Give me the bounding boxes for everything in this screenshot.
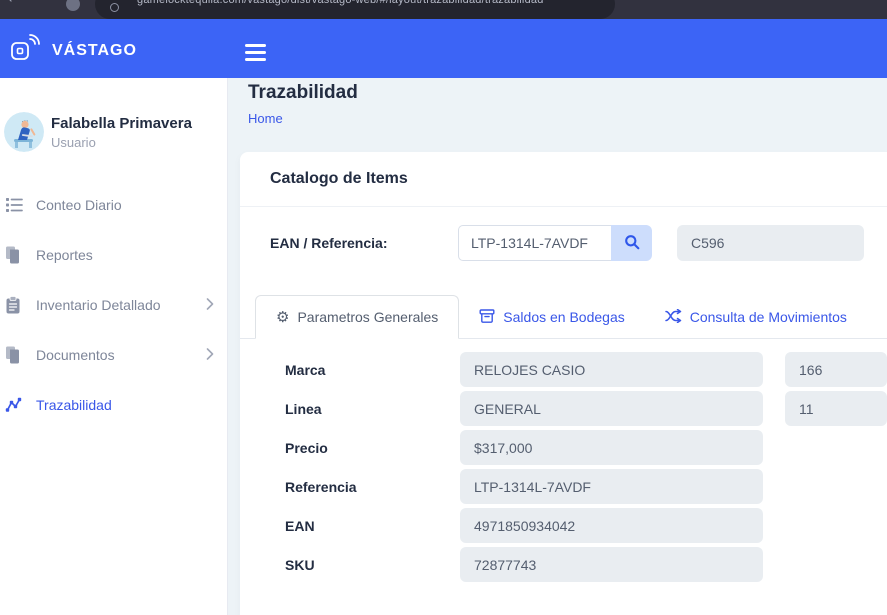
user-role: Usuario (51, 135, 192, 150)
page-title: Trazabilidad (248, 82, 358, 104)
card-header: Catalogo de Items (240, 152, 887, 207)
document-icon (5, 346, 27, 364)
browser-topbar: ← gamelocktequila.com/vastago/dist/vasta… (0, 0, 887, 19)
gear-icon: ⚙ (276, 310, 289, 325)
menu-toggle-button[interactable] (245, 44, 266, 65)
tab-bar: ⚙ Parametros Generales Saldos en Bodegas (240, 295, 887, 339)
sidebar-item-documentos[interactable]: Documentos (0, 330, 228, 380)
field-row-linea: Linea GENERAL 11 (240, 391, 887, 426)
field-value: RELOJES CASIO (460, 352, 763, 387)
item-code-field: C596 (677, 225, 864, 261)
field-value: $317,000 (460, 430, 763, 465)
chevron-right-icon (206, 297, 214, 313)
field-label: Linea (285, 401, 460, 417)
field-value: 4971850934042 (460, 508, 763, 543)
field-code: 11 (785, 391, 887, 426)
chevron-right-icon (206, 347, 214, 363)
sidebar-item-inventario-detallado[interactable]: Inventario Detallado (0, 280, 228, 330)
user-avatar (4, 112, 44, 152)
field-code: 166 (785, 352, 887, 387)
breadcrumb-home-link[interactable]: Home (248, 111, 283, 126)
user-profile[interactable]: Falabella Primavera Usuario (4, 112, 192, 152)
sidebar-nav: Conteo Diario Reportes Inventario Detall… (0, 180, 228, 430)
field-row-precio: Precio $317,000 (240, 430, 887, 465)
field-row-referencia: Referencia LTP-1314L-7AVDF (240, 469, 887, 504)
route-icon (5, 397, 27, 413)
browser-url: gamelocktequila.com/vastago/dist/vastago… (137, 0, 544, 6)
field-label: EAN (285, 518, 460, 534)
parameters-form: Marca RELOJES CASIO 166 Linea GENERAL 11… (240, 352, 887, 586)
tab-label: Saldos en Bodegas (503, 309, 624, 325)
tab-consulta-de-movimientos[interactable]: Consulta de Movimientos (645, 295, 867, 339)
ean-referencia-input[interactable] (458, 225, 611, 261)
field-row-marca: Marca RELOJES CASIO 166 (240, 352, 887, 387)
field-value: LTP-1314L-7AVDF (460, 469, 763, 504)
clipboard-icon (5, 296, 27, 314)
field-label: Marca (285, 362, 460, 378)
sidebar-item-reportes[interactable]: Reportes (0, 230, 228, 280)
field-label: Referencia (285, 479, 460, 495)
sidebar-item-label: Conteo Diario (36, 197, 214, 213)
tab-parametros-generales[interactable]: ⚙ Parametros Generales (255, 295, 459, 339)
document-icon (5, 246, 27, 264)
page-header: Trazabilidad Home (248, 82, 358, 128)
tab-saldos-en-bodegas[interactable]: Saldos en Bodegas (459, 295, 644, 339)
search-icon (624, 234, 640, 253)
tab-label: Parametros Generales (297, 309, 438, 325)
field-value: 72877743 (460, 547, 763, 582)
catalog-card: Catalogo de Items EAN / Referencia: C596… (240, 152, 887, 615)
user-name: Falabella Primavera (51, 115, 192, 133)
site-info-icon[interactable] (110, 3, 119, 12)
browser-extension-icon[interactable] (66, 0, 80, 11)
sidebar-item-label: Trazabilidad (36, 397, 214, 413)
app-header: VÁSTAGO (0, 19, 887, 78)
field-row-ean: EAN 4971850934042 (240, 508, 887, 543)
field-row-sku: SKU 72877743 (240, 547, 887, 582)
shuffle-icon (665, 309, 682, 326)
sidebar-item-label: Documentos (36, 347, 206, 363)
sidebar-item-trazabilidad[interactable]: Trazabilidad (0, 380, 228, 430)
sidebar-item-label: Inventario Detallado (36, 297, 206, 313)
sidebar-item-label: Reportes (36, 247, 214, 263)
ordered-list-icon (5, 197, 27, 213)
search-button[interactable] (611, 225, 652, 261)
browser-back-icon[interactable]: ← (8, 0, 19, 7)
field-value: GENERAL (460, 391, 763, 426)
card-title: Catalogo de Items (270, 170, 408, 188)
field-label: Precio (285, 440, 460, 456)
brand[interactable]: VÁSTAGO (10, 34, 137, 67)
ean-referencia-label: EAN / Referencia: (240, 235, 458, 251)
rfid-logo-icon (10, 34, 40, 67)
archive-icon (479, 308, 495, 327)
sidebar: Falabella Primavera Usuario Conteo Diari… (0, 78, 228, 615)
tab-label: Consulta de Movimientos (690, 309, 847, 325)
field-label: SKU (285, 557, 460, 573)
sidebar-item-conteo-diario[interactable]: Conteo Diario (0, 180, 228, 230)
brand-name: VÁSTAGO (52, 42, 137, 60)
ean-search-row: EAN / Referencia: C596 (240, 225, 887, 261)
